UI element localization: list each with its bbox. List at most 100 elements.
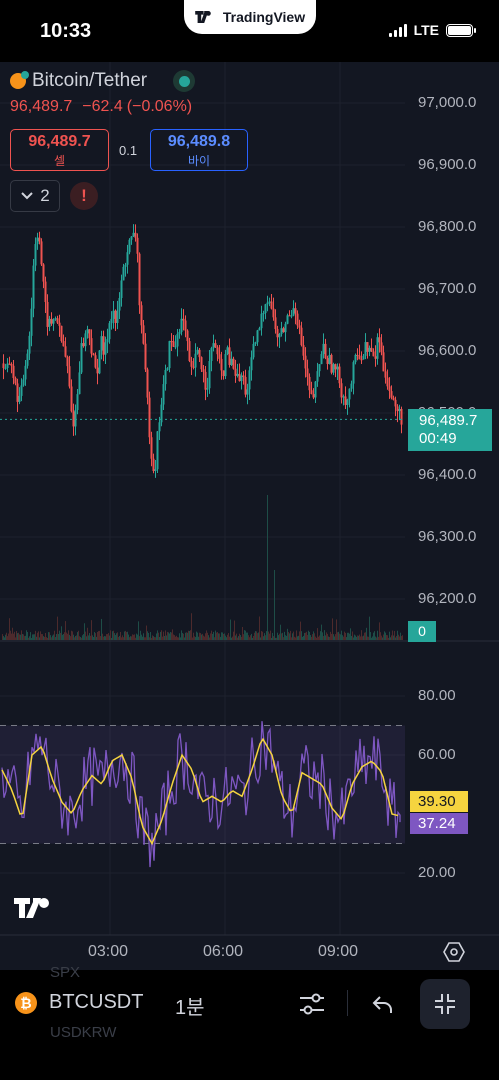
rsi-axis-label: 80.00 bbox=[418, 687, 456, 704]
chart-settings-icon[interactable] bbox=[443, 941, 465, 963]
rsi-value-tag: 37.24 bbox=[410, 813, 468, 834]
volume-bar bbox=[82, 635, 83, 640]
volume-bar bbox=[20, 634, 21, 640]
tradingview-watermark-icon[interactable] bbox=[14, 896, 56, 918]
warning-icon[interactable]: ! bbox=[70, 182, 98, 210]
interval-button[interactable]: 1분 bbox=[175, 991, 205, 1020]
candle-body bbox=[112, 310, 115, 319]
volume-bar bbox=[387, 635, 388, 640]
volume-bar bbox=[31, 637, 32, 640]
candle-body bbox=[308, 376, 311, 391]
candle-body bbox=[104, 342, 107, 355]
market-open-icon[interactable] bbox=[173, 70, 196, 92]
volume-bar bbox=[105, 636, 106, 640]
volume-bar bbox=[65, 621, 66, 640]
undo-icon[interactable] bbox=[371, 993, 395, 1015]
candle-body bbox=[288, 315, 291, 317]
volume-bar bbox=[168, 632, 169, 640]
volume-bar bbox=[121, 637, 122, 640]
symbol-name[interactable]: Bitcoin/Tether bbox=[32, 70, 147, 92]
volume-bar bbox=[151, 637, 152, 640]
candle-body bbox=[172, 341, 175, 347]
volume-bar bbox=[48, 632, 49, 640]
indicators-collapse-button[interactable]: 2 bbox=[10, 180, 60, 212]
volume-bar bbox=[248, 635, 249, 640]
volume-bar bbox=[283, 637, 284, 640]
buy-button[interactable]: 96,489.8 바이 bbox=[150, 129, 248, 171]
volume-bar bbox=[228, 633, 229, 640]
volume-bar bbox=[111, 637, 112, 640]
exit-fullscreen-button[interactable] bbox=[420, 979, 470, 1029]
candle-body bbox=[292, 308, 295, 316]
volume-bar bbox=[239, 633, 240, 640]
volume-bar bbox=[264, 633, 265, 640]
volume-bar bbox=[361, 630, 362, 640]
volume-bar bbox=[314, 633, 315, 640]
candle-body bbox=[260, 313, 263, 329]
volume-bar bbox=[312, 634, 313, 640]
candle-body bbox=[272, 308, 275, 318]
volume-bar bbox=[289, 633, 290, 640]
volume-bar bbox=[136, 633, 137, 640]
price-axis-label: 96,900.0 bbox=[418, 156, 477, 173]
volume-bar bbox=[60, 632, 61, 640]
volume-bar bbox=[117, 632, 118, 640]
volume-bar bbox=[339, 633, 340, 640]
price-axis-label: 96,300.0 bbox=[418, 528, 477, 545]
rsi-axis-label: 60.00 bbox=[418, 746, 456, 763]
volume-bar bbox=[200, 633, 201, 640]
candle-body bbox=[178, 331, 181, 334]
candle-body bbox=[176, 333, 179, 347]
candle-body bbox=[108, 323, 111, 340]
volume-bar bbox=[331, 633, 332, 640]
indicators-sliders-icon[interactable] bbox=[298, 992, 326, 1016]
volume-bar bbox=[185, 632, 186, 640]
candle-body bbox=[240, 375, 243, 382]
volume-bar bbox=[268, 631, 269, 640]
candle-body bbox=[344, 396, 347, 405]
candle-body bbox=[56, 318, 59, 323]
candle-body bbox=[164, 369, 167, 385]
volume-bar bbox=[355, 635, 356, 640]
volume-bar bbox=[335, 634, 336, 640]
candle-body bbox=[388, 386, 391, 392]
ticker-button[interactable]: BTCUSDT bbox=[49, 991, 143, 1014]
volume-bar bbox=[274, 570, 275, 640]
candle-body bbox=[40, 241, 43, 265]
volume-bar bbox=[216, 632, 217, 640]
sell-button[interactable]: 96,489.7 셀 bbox=[10, 129, 109, 171]
volume-bar bbox=[284, 631, 285, 640]
candle-body bbox=[36, 237, 39, 245]
candle-body bbox=[64, 346, 67, 357]
candle-body bbox=[324, 343, 327, 359]
volume-bar bbox=[202, 633, 203, 640]
volume-bar bbox=[152, 635, 153, 640]
volume-bar bbox=[199, 632, 200, 640]
volume-bar bbox=[324, 630, 325, 640]
volume-bar bbox=[366, 627, 367, 640]
candle-body bbox=[202, 369, 205, 372]
candle-body bbox=[72, 411, 75, 427]
volume-bar bbox=[100, 636, 101, 640]
volume-bar bbox=[141, 634, 142, 640]
volume-bar bbox=[305, 632, 306, 640]
symbol-legend[interactable]: Bitcoin/Tether 96,489.7 −62.4 (−0.06%) bbox=[10, 70, 196, 116]
volume-bar bbox=[250, 635, 251, 640]
candle-body bbox=[338, 366, 341, 384]
candle-body bbox=[144, 343, 147, 370]
btc-usdt-icon bbox=[10, 71, 29, 89]
volume-bar bbox=[113, 630, 114, 640]
volume-bar bbox=[301, 631, 302, 640]
volume-bar bbox=[143, 633, 144, 640]
candle-body bbox=[26, 353, 29, 366]
volume-bar bbox=[183, 633, 184, 640]
candle-body bbox=[356, 354, 359, 356]
volume-bar bbox=[94, 632, 95, 640]
volume-bar bbox=[402, 635, 403, 640]
candle-body bbox=[244, 376, 247, 395]
candle-body bbox=[328, 354, 331, 364]
volume-bar bbox=[241, 636, 242, 640]
volume-bar bbox=[287, 628, 288, 640]
volume-bar bbox=[225, 635, 226, 640]
candle-body bbox=[280, 328, 283, 334]
